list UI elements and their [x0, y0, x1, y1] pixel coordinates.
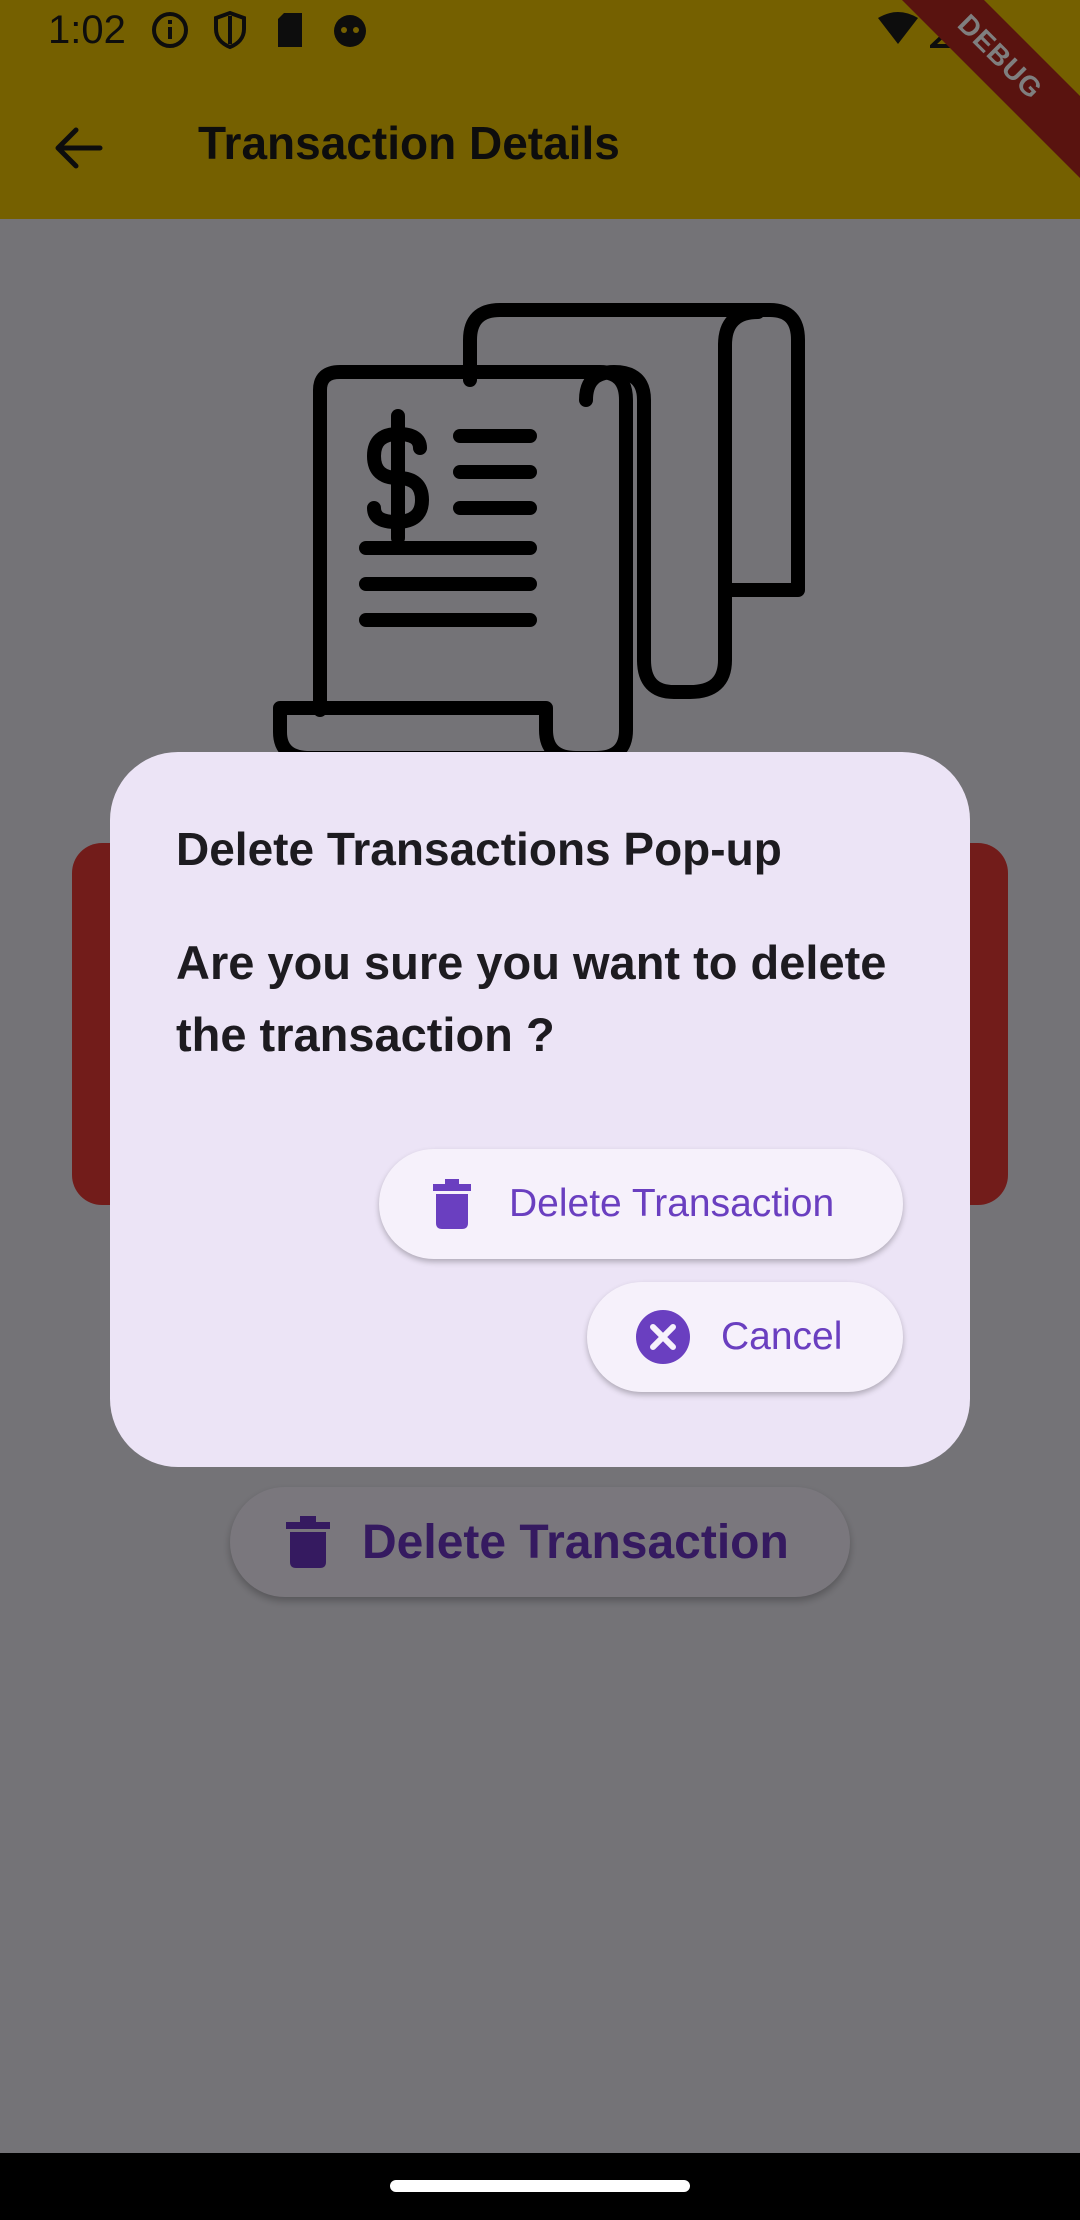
trash-icon [433, 1179, 471, 1229]
dialog-cancel-label: Cancel [721, 1315, 843, 1358]
dialog-message: Are you sure you want to delete the tran… [176, 936, 887, 1061]
screen: 1:02 Transaction Details DEBUG [0, 0, 1080, 2220]
dialog-title: Delete Transactions Pop-up [176, 823, 782, 875]
delete-dialog: Delete Transactions Pop-up Are you sure … [110, 752, 970, 1467]
cancel-icon [636, 1310, 690, 1364]
home-handle[interactable] [390, 2180, 690, 2192]
dialog-delete-label: Delete Transaction [509, 1182, 835, 1225]
dialog-delete-button[interactable]: Delete Transaction [379, 1149, 903, 1259]
dialog-cancel-button[interactable]: Cancel [587, 1282, 903, 1392]
